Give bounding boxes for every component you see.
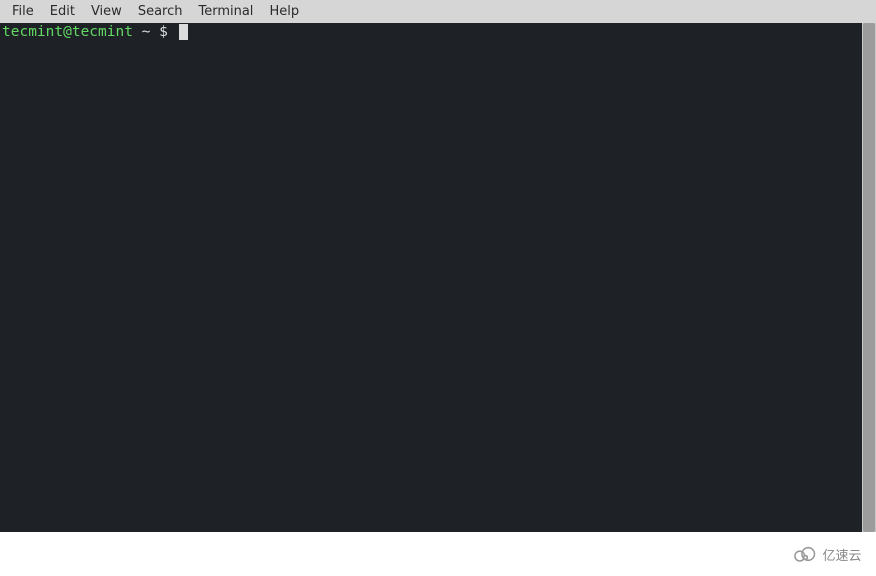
terminal-scrollbar[interactable] [862, 23, 876, 532]
scrollbar-thumb[interactable] [863, 23, 875, 532]
menubar: File Edit View Search Terminal Help [0, 0, 876, 23]
menu-terminal[interactable]: Terminal [190, 2, 261, 21]
cloud-icon [790, 544, 818, 564]
menu-search[interactable]: Search [130, 2, 191, 21]
cursor [179, 24, 188, 40]
menu-file[interactable]: File [4, 2, 42, 21]
menu-edit[interactable]: Edit [42, 2, 83, 21]
watermark: 亿速云 [776, 532, 876, 576]
bottom-blank [0, 532, 876, 576]
terminal[interactable]: tecmint@tecmint ~ $ [0, 23, 862, 532]
menu-view[interactable]: View [83, 2, 130, 21]
prompt-path: ~ $ [133, 23, 177, 41]
menu-help[interactable]: Help [261, 2, 307, 21]
prompt-line: tecmint@tecmint ~ $ [0, 23, 862, 41]
watermark-text: 亿速云 [822, 545, 861, 564]
prompt-user-host: tecmint@tecmint [2, 23, 133, 41]
